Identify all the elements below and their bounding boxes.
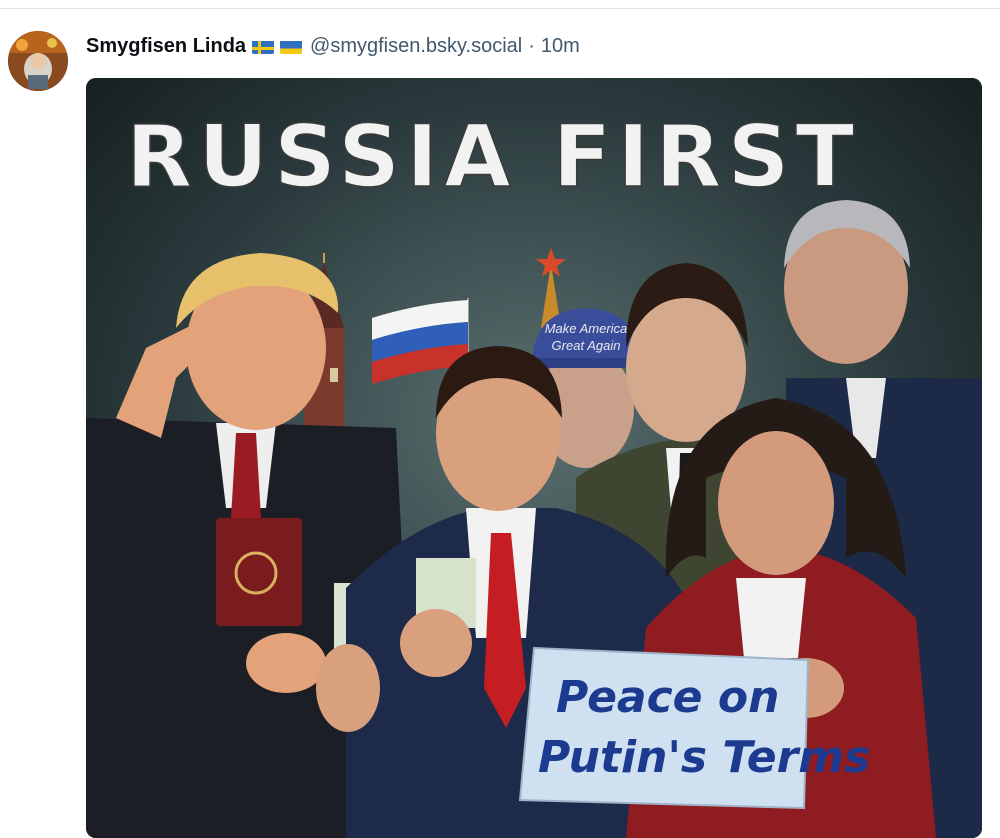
top-divider (0, 8, 1000, 9)
sign-text-line1: Peace on (556, 672, 779, 723)
ukraine-flag-icon (280, 39, 303, 54)
poster-headline: RUSSIA FIRST (126, 107, 860, 207)
cap-text-line1: Make America (545, 321, 628, 336)
sign-text-line2: Putin's Terms (538, 732, 870, 783)
post-timestamp[interactable]: 10m (541, 35, 580, 58)
cap-text-line2: Great Again (552, 338, 621, 353)
poster-illustration: RUSSIA FIRST Make America Great Again Pe… (86, 78, 982, 838)
post-image[interactable]: RUSSIA FIRST Make America Great Again Pe… (86, 78, 982, 838)
separator-dot: · (528, 34, 535, 57)
author-handle[interactable]: @smygfisen.bsky.social (310, 35, 522, 58)
post-header: Smygfisen Linda @smygfisen.bsky.social ·… (86, 33, 580, 59)
author-name[interactable]: Smygfisen Linda (86, 35, 246, 58)
passport-prop (216, 518, 302, 626)
sweden-flag-icon (252, 39, 275, 54)
avatar-image (8, 31, 68, 91)
author-avatar[interactable] (8, 31, 68, 91)
